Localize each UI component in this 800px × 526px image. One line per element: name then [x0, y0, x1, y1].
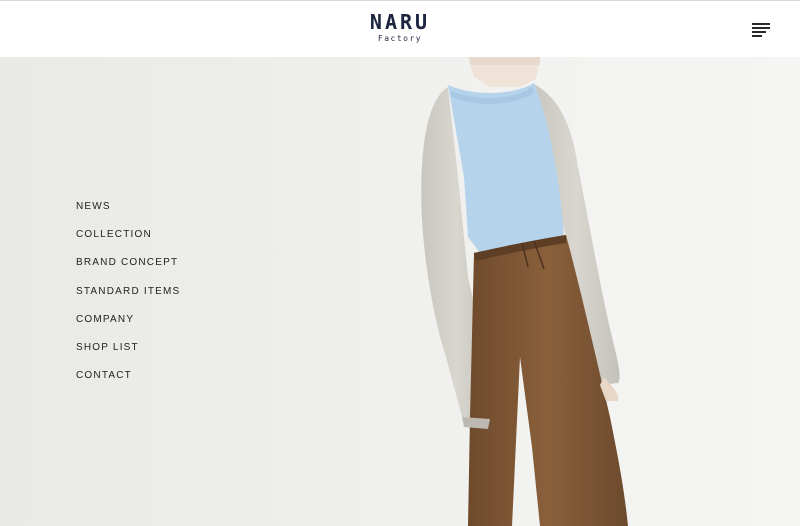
- nav-item-shop-list[interactable]: SHOP LIST: [76, 341, 180, 369]
- nav-item-label[interactable]: STANDARD ITEMS: [76, 286, 180, 297]
- logo-subtitle: Factory: [377, 34, 423, 43]
- nav-item-brand-concept[interactable]: BRAND CONCEPT: [76, 256, 180, 284]
- nav-item-company[interactable]: COMPANY: [76, 313, 180, 341]
- nav-item-label[interactable]: CONTACT: [76, 370, 132, 381]
- main-nav: NEWS COLLECTION BRAND CONCEPT STANDARD I…: [76, 200, 180, 397]
- nav-item-contact[interactable]: CONTACT: [76, 369, 180, 397]
- nav-item-label[interactable]: NEWS: [76, 201, 111, 212]
- nav-item-collection[interactable]: COLLECTION: [76, 228, 180, 256]
- nav-item-label[interactable]: COMPANY: [76, 314, 134, 325]
- nav-item-label[interactable]: SHOP LIST: [76, 342, 139, 353]
- site-header: NARU Factory: [0, 0, 800, 57]
- nav-item-standard-items[interactable]: STANDARD ITEMS: [76, 285, 180, 313]
- nav-item-news[interactable]: NEWS: [76, 200, 180, 228]
- logo[interactable]: NARU Factory: [0, 11, 800, 44]
- nav-item-label[interactable]: BRAND CONCEPT: [76, 257, 178, 268]
- hamburger-menu-icon[interactable]: [752, 23, 770, 37]
- nav-item-label[interactable]: COLLECTION: [76, 229, 152, 240]
- logo-wordmark: NARU: [369, 10, 431, 34]
